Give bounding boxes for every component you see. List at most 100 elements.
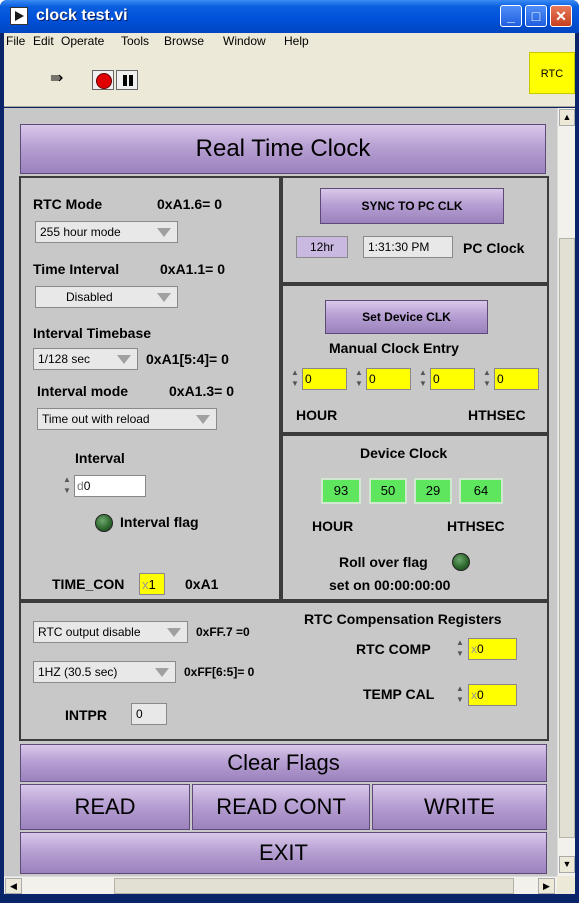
time-con-input[interactable]: x1 — [139, 573, 165, 595]
manual-hour-input[interactable]: 0 — [302, 368, 347, 390]
scroll-right-icon[interactable]: ▶ — [538, 878, 555, 894]
scroll-down-icon[interactable]: ▼ — [559, 856, 575, 873]
sync-to-pc-clk-button[interactable]: SYNC TO PC CLK — [320, 188, 504, 224]
manual-second-input[interactable]: 0 — [430, 368, 475, 390]
device-clock-hour: 93 — [321, 478, 361, 504]
time-con-reg: 0xA1 — [185, 576, 219, 592]
temp-cal-label: TEMP CAL — [363, 686, 435, 702]
run-continuously-icon[interactable]: ⇛ — [50, 71, 72, 87]
interval-timebase-value: 1/128 sec — [38, 352, 91, 366]
interval-mode-select[interactable]: Time out with reload — [37, 408, 217, 430]
device-hthsec-label: HTHSEC — [447, 518, 505, 534]
manual-hthsec-input[interactable]: 0 — [494, 368, 539, 390]
intpr-field: 0 — [131, 703, 167, 725]
menu-operate[interactable]: Operate — [61, 34, 104, 48]
time-con-label: TIME_CON — [52, 576, 125, 592]
toolbar: ⇛ RTC — [4, 49, 575, 107]
frequency-value: 1HZ (30.5 sec) — [38, 665, 118, 679]
device-clock-hthsec: 64 — [459, 478, 503, 504]
read-button[interactable]: READ — [20, 784, 190, 830]
interval-value: 0 — [83, 479, 91, 493]
abort-button[interactable] — [92, 70, 114, 90]
manual-second-spinner-icon[interactable]: ▲ ▼ — [417, 367, 429, 391]
menu-edit[interactable]: Edit — [33, 34, 54, 48]
frequency-select[interactable]: 1HZ (30.5 sec) — [33, 661, 176, 683]
rtc-mode-value: 255 hour mode — [40, 225, 121, 239]
menu-browse[interactable]: Browse — [164, 34, 204, 48]
rtc-mode-select[interactable]: 255 hour mode — [35, 221, 178, 243]
menu-help[interactable]: Help — [284, 34, 309, 48]
set-device-clk-button[interactable]: Set Device CLK — [325, 300, 488, 334]
time-interval-select[interactable]: Disabled — [35, 286, 178, 308]
exit-button[interactable]: EXIT — [20, 832, 547, 874]
minimize-button[interactable]: _ — [500, 5, 522, 27]
menu-window[interactable]: Window — [223, 34, 266, 48]
horizontal-scroll-thumb[interactable] — [114, 878, 514, 894]
scroll-left-icon[interactable]: ◀ — [5, 878, 22, 894]
rtc-output-reg: 0xFF.7 =0 — [196, 625, 250, 639]
rtc-comp-control[interactable]: ▲ ▼ x0 — [454, 637, 517, 661]
horizontal-scrollbar[interactable]: ◀ ▶ — [4, 876, 557, 894]
rtc-compensation-title: RTC Compensation Registers — [304, 611, 502, 627]
time-interval-value: Disabled — [66, 290, 113, 304]
manual-clock-section: Set Device CLK Manual Clock Entry ▲ ▼ 0 ▲… — [281, 284, 549, 434]
read-cont-button[interactable]: READ CONT — [192, 784, 370, 830]
device-clock-title: Device Clock — [360, 445, 448, 461]
scroll-up-icon[interactable]: ▲ — [559, 109, 575, 126]
scrollbar-corner — [557, 876, 575, 894]
roll-over-flag-led — [452, 553, 470, 571]
front-panel: Real Time Clock RTC Mode 0xA1.6= 0 255 h… — [4, 108, 557, 876]
vertical-scrollbar[interactable]: ▲ ▼ — [557, 108, 575, 876]
interval-radix: d — [77, 479, 84, 493]
sync-section: SYNC TO PC CLK 12hr 1:31:30 PM PC Clock — [281, 176, 549, 284]
interval-spinner-icon[interactable]: ▲ ▼ — [61, 474, 73, 498]
manual-clock-entry-title: Manual Clock Entry — [329, 340, 459, 356]
rtc-comp-input[interactable]: x0 — [468, 638, 517, 660]
menu-tools[interactable]: Tools — [121, 34, 149, 48]
pc-clock-time: 1:31:30 PM — [363, 236, 453, 258]
maximize-button[interactable]: □ — [525, 5, 547, 27]
vertical-scroll-thumb[interactable] — [559, 238, 575, 838]
labview-window: clock test.vi _ □ ✕ File Edit Operate To… — [0, 0, 579, 903]
roll-over-set-on: set on 00:00:00:00 — [329, 577, 451, 593]
manual-second-control[interactable]: ▲ ▼ 0 — [417, 367, 475, 391]
manual-minute-control[interactable]: ▲ ▼ 0 — [353, 367, 411, 391]
clear-flags-button[interactable]: Clear Flags — [20, 744, 547, 782]
temp-cal-control[interactable]: ▲ ▼ x0 — [454, 683, 517, 707]
temp-cal-input[interactable]: x0 — [468, 684, 517, 706]
menu-file[interactable]: File — [6, 34, 25, 48]
interval-mode-reg: 0xA1.3= 0 — [169, 383, 234, 399]
interval-label: Interval — [75, 450, 125, 466]
frequency-reg: 0xFF[6:5]= 0 — [184, 665, 255, 679]
interval-input[interactable]: d0 — [74, 475, 146, 497]
manual-minute-input[interactable]: 0 — [366, 368, 411, 390]
write-button[interactable]: WRITE — [372, 784, 547, 830]
rtc-comp-value: 0 — [477, 642, 484, 656]
manual-hthsec-spinner-icon[interactable]: ▲ ▼ — [481, 367, 493, 391]
pause-button[interactable] — [116, 70, 138, 90]
time-interval-label: Time Interval — [33, 261, 120, 277]
time-interval-reg: 0xA1.1= 0 — [160, 261, 225, 277]
rtc-output-select[interactable]: RTC output disable — [33, 621, 188, 643]
temp-cal-spinner-icon[interactable]: ▲ ▼ — [454, 683, 466, 707]
interval-timebase-reg: 0xA1[5:4]= 0 — [146, 351, 229, 367]
rtc-mode-reg: 0xA1.6= 0 — [157, 196, 222, 212]
device-clock-second: 29 — [414, 478, 452, 504]
device-clock-section: Device Clock 93 50 29 64 HOUR HTHSEC Rol… — [281, 434, 549, 601]
rtc-comp-spinner-icon[interactable]: ▲ ▼ — [454, 637, 466, 661]
rtc-comp-label: RTC COMP — [356, 641, 431, 657]
manual-minute-spinner-icon[interactable]: ▲ ▼ — [353, 367, 365, 391]
manual-hour-control[interactable]: ▲ ▼ 0 — [289, 367, 347, 391]
close-button[interactable]: ✕ — [550, 5, 572, 27]
menu-bar: File Edit Operate Tools Browse Window He… — [4, 33, 575, 49]
manual-hthsec-control[interactable]: ▲ ▼ 0 — [481, 367, 539, 391]
rtc-connector-icon: RTC — [529, 52, 575, 94]
vi-icon — [10, 7, 28, 25]
device-hour-label: HOUR — [312, 518, 354, 534]
manual-hour-spinner-icon[interactable]: ▲ ▼ — [289, 367, 301, 391]
window-title: clock test.vi — [36, 7, 128, 24]
interval-control[interactable]: ▲ ▼ d0 — [61, 474, 146, 498]
interval-timebase-select[interactable]: 1/128 sec — [33, 348, 138, 370]
interval-mode-label: Interval mode — [37, 383, 129, 399]
roll-over-flag-label: Roll over flag — [339, 554, 428, 570]
